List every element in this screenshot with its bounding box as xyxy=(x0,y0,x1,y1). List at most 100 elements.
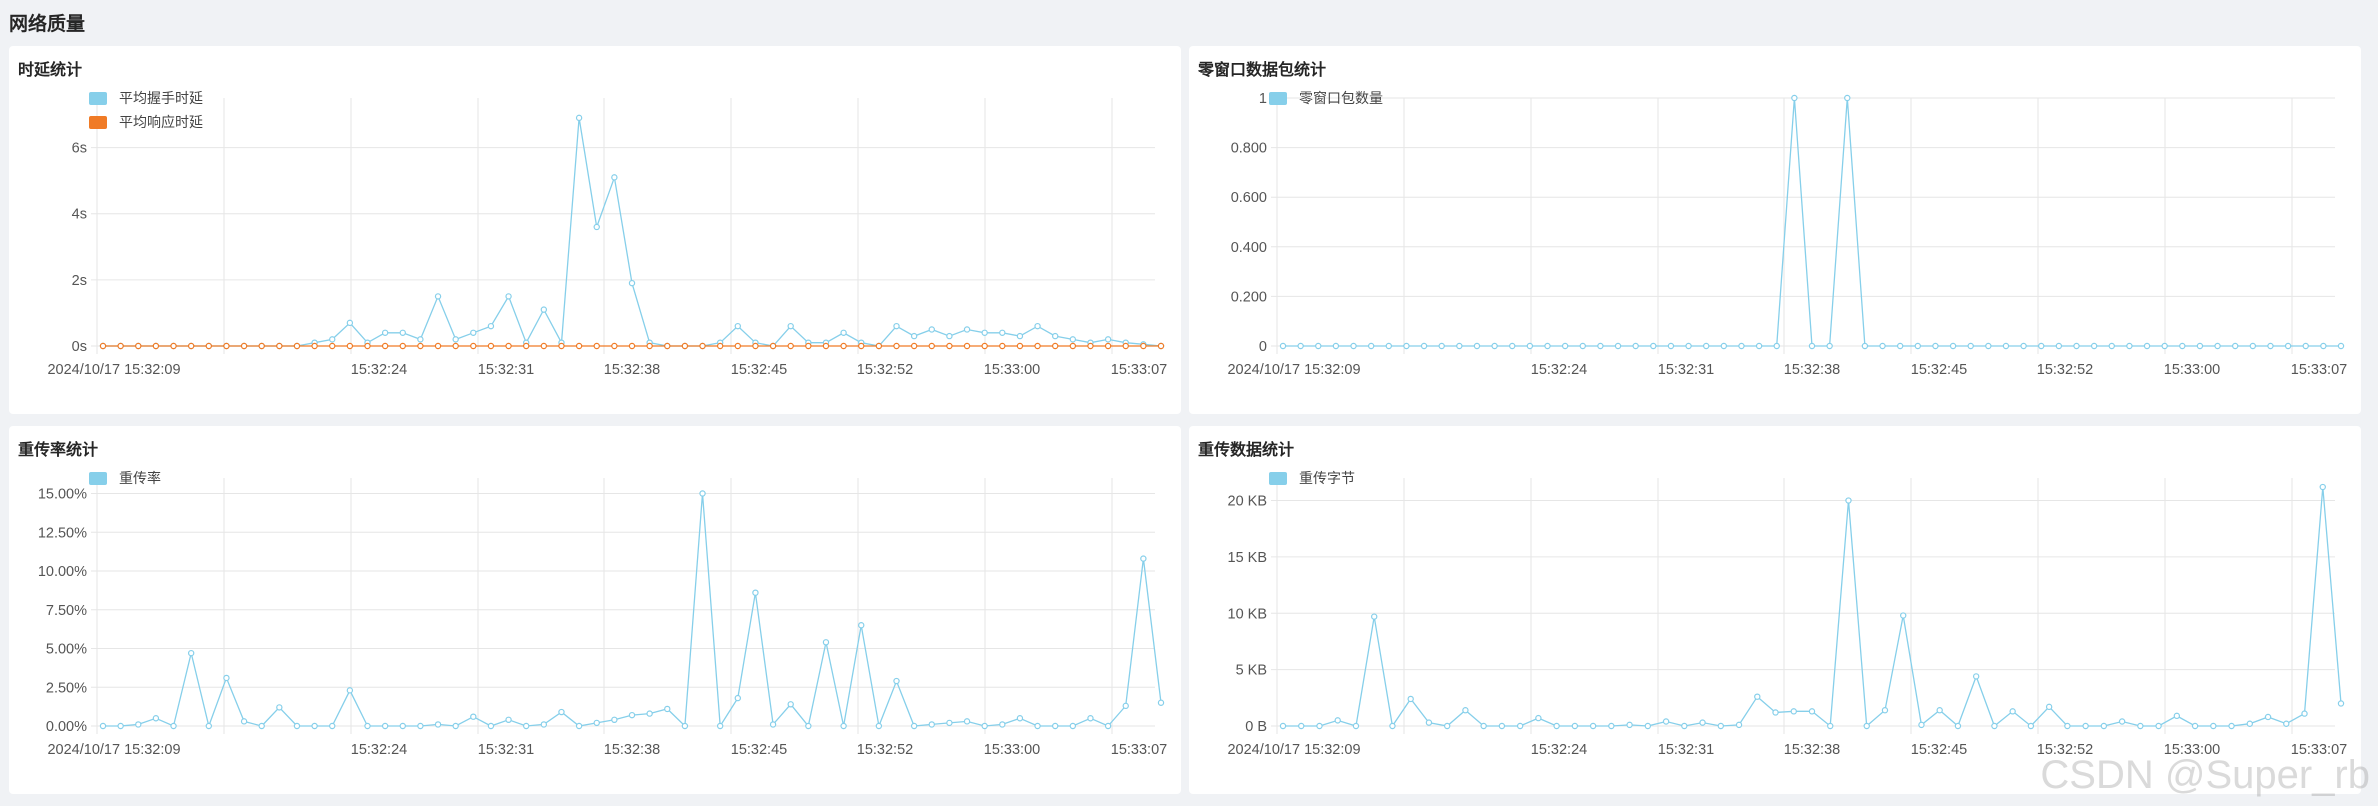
data-point[interactable] xyxy=(716,342,724,350)
data-point[interactable] xyxy=(1918,721,1925,729)
data-point[interactable] xyxy=(170,342,177,350)
data-point[interactable] xyxy=(2302,342,2309,350)
legend-label[interactable]: 零窗口包数量 xyxy=(1299,90,1383,106)
data-point[interactable] xyxy=(205,342,212,350)
data-point[interactable] xyxy=(2020,342,2027,350)
data-point[interactable] xyxy=(452,342,459,350)
data-point[interactable] xyxy=(752,589,759,596)
data-point[interactable] xyxy=(1861,342,1869,350)
data-point[interactable] xyxy=(2155,722,2162,730)
data-point[interactable] xyxy=(628,342,636,350)
data-point[interactable] xyxy=(805,342,812,350)
data-point[interactable] xyxy=(946,342,953,350)
data-point[interactable] xyxy=(1735,721,1743,729)
data-point[interactable] xyxy=(2319,483,2326,491)
data-point[interactable] xyxy=(1051,342,1059,350)
data-point[interactable] xyxy=(487,342,495,350)
data-point[interactable] xyxy=(664,342,671,350)
legend-swatch[interactable] xyxy=(89,472,107,485)
data-point[interactable] xyxy=(1051,332,1059,340)
data-point[interactable] xyxy=(1140,555,1147,562)
data-point[interactable] xyxy=(734,322,742,330)
data-point[interactable] xyxy=(487,722,495,730)
legend-label[interactable]: 重传字节 xyxy=(1299,470,1355,486)
data-point[interactable] xyxy=(1972,673,1980,680)
data-point[interactable] xyxy=(2137,722,2144,730)
data-point[interactable] xyxy=(381,722,389,730)
data-point[interactable] xyxy=(346,687,354,694)
data-point[interactable] xyxy=(1991,722,1998,730)
data-point[interactable] xyxy=(434,721,442,728)
data-point[interactable] xyxy=(540,342,548,350)
legend-label[interactable]: 平均握手时延 xyxy=(119,90,203,106)
data-point[interactable] xyxy=(1561,342,1569,350)
data-point[interactable] xyxy=(276,342,283,350)
data-point[interactable] xyxy=(1332,342,1340,350)
data-point[interactable] xyxy=(699,490,706,497)
data-point[interactable] xyxy=(1949,342,1957,350)
data-point[interactable] xyxy=(523,342,530,350)
data-point[interactable] xyxy=(434,293,442,300)
data-point[interactable] xyxy=(1681,722,1688,730)
data-point[interactable] xyxy=(999,342,1006,350)
data-point[interactable] xyxy=(240,342,248,350)
data-point[interactable] xyxy=(2210,722,2217,730)
data-point[interactable] xyxy=(893,322,900,330)
data-point[interactable] xyxy=(1456,342,1463,350)
data-point[interactable] xyxy=(1104,722,1112,730)
data-point[interactable] xyxy=(840,329,847,336)
data-point[interactable] xyxy=(1087,342,1094,350)
data-point[interactable] xyxy=(1699,719,1706,726)
data-point[interactable] xyxy=(1140,342,1147,350)
data-point[interactable] xyxy=(840,722,847,730)
data-point[interactable] xyxy=(2161,342,2168,350)
data-point[interactable] xyxy=(2064,722,2071,730)
data-point[interactable] xyxy=(1480,722,1487,730)
data-point[interactable] xyxy=(135,342,142,350)
data-point[interactable] xyxy=(2191,722,2199,730)
data-point[interactable] xyxy=(505,293,512,300)
data-point[interactable] xyxy=(2126,342,2133,350)
data-point[interactable] xyxy=(1754,693,1761,700)
data-point[interactable] xyxy=(346,342,354,350)
data-point[interactable] xyxy=(505,342,512,350)
data-point[interactable] xyxy=(223,674,230,682)
legend-label[interactable]: 重传率 xyxy=(119,470,161,486)
data-point[interactable] xyxy=(875,722,883,730)
data-point[interactable] xyxy=(1826,342,1833,350)
legend-label[interactable]: 平均响应时延 xyxy=(119,114,203,130)
data-point[interactable] xyxy=(2082,722,2089,730)
data-point[interactable] xyxy=(1773,342,1780,350)
data-point[interactable] xyxy=(2173,712,2181,720)
data-point[interactable] xyxy=(2320,342,2327,350)
data-point[interactable] xyxy=(893,342,900,350)
data-point[interactable] xyxy=(2249,342,2257,350)
data-point[interactable] xyxy=(1034,722,1041,730)
data-point[interactable] xyxy=(1016,715,1024,722)
data-point[interactable] xyxy=(1954,722,1962,730)
data-point[interactable] xyxy=(646,710,653,717)
data-point[interactable] xyxy=(822,639,830,646)
data-point[interactable] xyxy=(1579,342,1586,350)
data-point[interactable] xyxy=(205,722,212,730)
data-point[interactable] xyxy=(1443,722,1451,730)
data-point[interactable] xyxy=(2246,720,2253,727)
data-point[interactable] xyxy=(1316,722,1323,730)
data-point[interactable] xyxy=(170,722,177,730)
data-point[interactable] xyxy=(2100,722,2108,730)
data-point[interactable] xyxy=(840,342,847,350)
data-point[interactable] xyxy=(1352,722,1360,730)
data-point[interactable] xyxy=(1597,342,1604,350)
data-point[interactable] xyxy=(1914,342,1922,350)
data-point[interactable] xyxy=(1122,702,1129,710)
data-point[interactable] xyxy=(2118,718,2126,725)
data-point[interactable] xyxy=(1896,342,1904,350)
data-point[interactable] xyxy=(1491,342,1498,350)
data-point[interactable] xyxy=(470,713,477,720)
data-point[interactable] xyxy=(1069,722,1077,730)
data-point[interactable] xyxy=(1122,342,1129,350)
data-point[interactable] xyxy=(311,722,318,730)
data-point[interactable] xyxy=(434,342,442,350)
data-point[interactable] xyxy=(364,722,371,730)
data-point[interactable] xyxy=(311,342,318,350)
